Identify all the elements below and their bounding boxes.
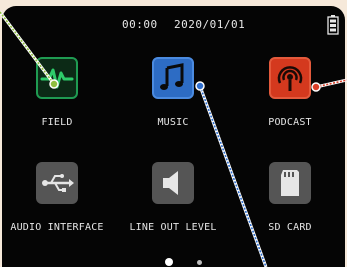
battery-icon	[327, 15, 339, 35]
status-bar: 00:00 2020/01/01	[2, 12, 345, 35]
app-podcast[interactable]: PODCAST	[240, 57, 340, 147]
podcast-microphone-icon	[269, 57, 311, 99]
page-dot[interactable]	[197, 260, 202, 265]
app-label: FIELD	[41, 117, 73, 128]
page-dot-current[interactable]	[165, 258, 173, 266]
app-label: MUSIC	[157, 117, 189, 128]
app-label: PODCAST	[268, 117, 312, 128]
usb-icon	[36, 162, 78, 204]
app-line-out-level[interactable]: LINE OUT LEVEL	[123, 162, 223, 252]
waveform-icon	[36, 57, 78, 99]
app-music[interactable]: MUSIC	[123, 57, 223, 147]
status-date: 2020/01/01	[174, 18, 246, 31]
app-field[interactable]: FIELD	[7, 57, 107, 147]
status-time: 00:00	[122, 18, 158, 31]
app-label: LINE OUT LEVEL	[129, 222, 217, 233]
app-label: SD CARD	[268, 222, 312, 233]
sd-card-icon	[269, 162, 311, 204]
music-note-icon	[152, 57, 194, 99]
device-screen: 00:00 2020/01/01 FIELD MUSIC PODCAST AUD…	[2, 6, 345, 267]
app-label: AUDIO INTERFACE	[10, 222, 104, 233]
app-sd-card[interactable]: SD CARD	[240, 162, 340, 252]
page-indicator[interactable]	[2, 258, 345, 267]
app-audio-interface[interactable]: AUDIO INTERFACE	[7, 162, 107, 252]
speaker-icon	[152, 162, 194, 204]
